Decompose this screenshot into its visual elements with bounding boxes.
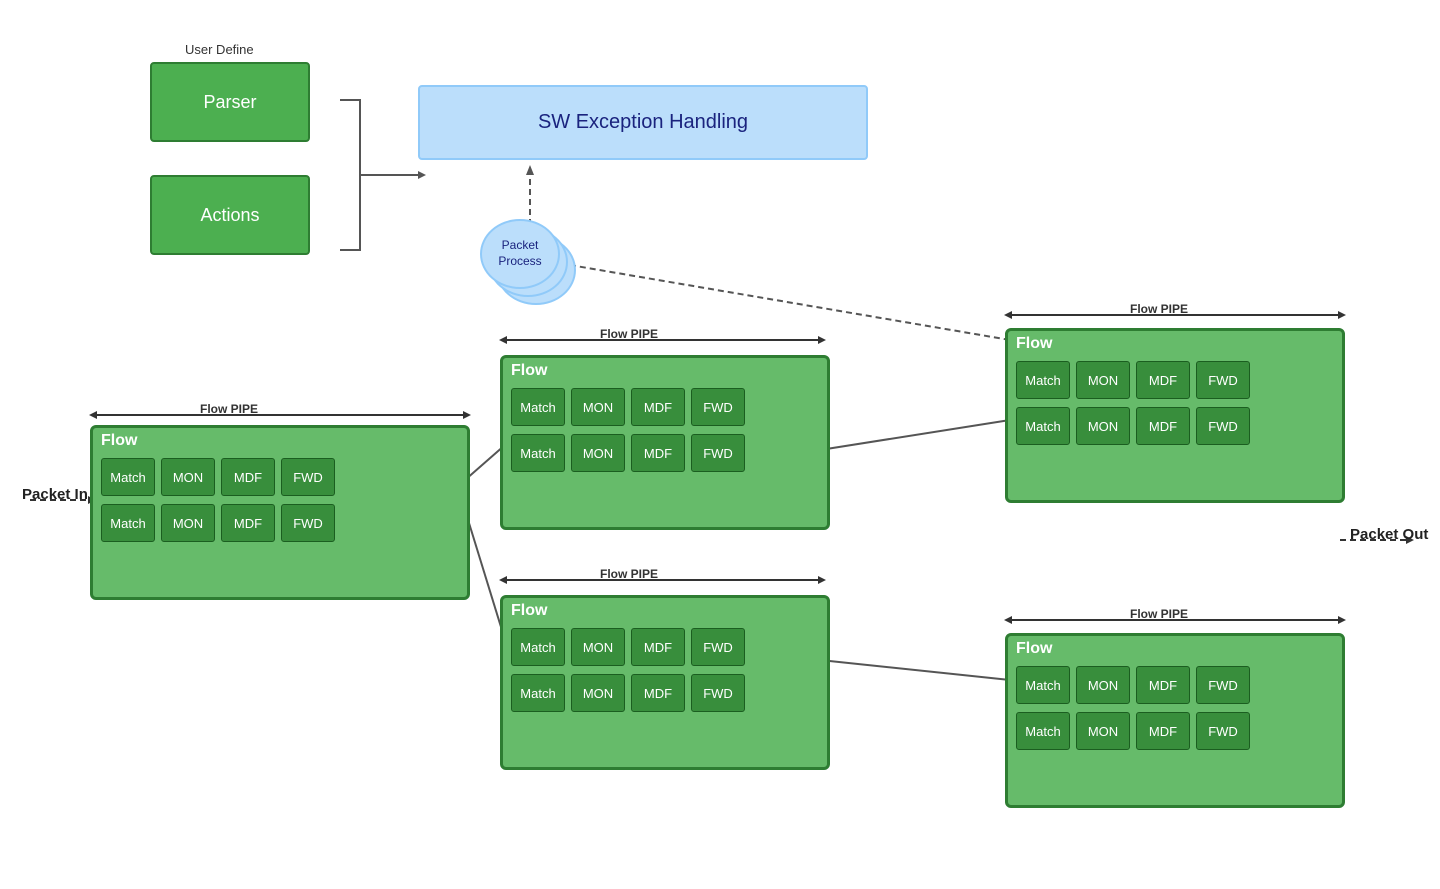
flow-label-bot-right: Flow	[1008, 636, 1342, 662]
cell-mdf-tr1: MDF	[1136, 361, 1190, 399]
flow-container-mid-top: Flow Match MON MDF FWD Match MON MDF FWD	[500, 355, 830, 530]
flow-pipe-label-bot-right: Flow PIPE	[1130, 607, 1188, 621]
cell-mon-l1: MON	[161, 458, 215, 496]
cell-fwd-mt2: FWD	[691, 434, 745, 472]
cell-fwd-mb2: FWD	[691, 674, 745, 712]
cell-mon-mt2: MON	[571, 434, 625, 472]
cell-mdf-mb1: MDF	[631, 628, 685, 666]
cell-mon-tr2: MON	[1076, 407, 1130, 445]
flow-row-tr-1: Match MON MDF FWD	[1008, 357, 1342, 403]
flow-row-mb-2: Match MON MDF FWD	[503, 670, 827, 716]
diagram-container: User Define Parser Actions SW Exception …	[0, 0, 1440, 889]
cell-fwd-mt1: FWD	[691, 388, 745, 426]
cell-match-tr1: Match	[1016, 361, 1070, 399]
flow-row-mb-1: Match MON MDF FWD	[503, 624, 827, 670]
cell-match-l1: Match	[101, 458, 155, 496]
flow-row-left-1: Match MON MDF FWD	[93, 454, 467, 500]
flow-label-mid-bot: Flow	[503, 598, 827, 624]
flow-row-left-2: Match MON MDF FWD	[93, 500, 467, 546]
cell-fwd-tr1: FWD	[1196, 361, 1250, 399]
cell-match-mb1: Match	[511, 628, 565, 666]
cell-mon-mt1: MON	[571, 388, 625, 426]
actions-label: Actions	[200, 205, 259, 226]
flow-label-top-right: Flow	[1008, 331, 1342, 357]
cell-mdf-l1: MDF	[221, 458, 275, 496]
packet-in-label: Packet In	[22, 486, 88, 503]
cell-match-mt2: Match	[511, 434, 565, 472]
user-define-label: User Define	[185, 42, 254, 57]
cell-mon-l2: MON	[161, 504, 215, 542]
cell-mdf-tr2: MDF	[1136, 407, 1190, 445]
sw-exception-label: SW Exception Handling	[538, 111, 748, 134]
flow-pipe-label-left: Flow PIPE	[200, 402, 258, 416]
cell-mdf-br1: MDF	[1136, 666, 1190, 704]
cell-mon-mb1: MON	[571, 628, 625, 666]
sw-exception-box: SW Exception Handling	[418, 85, 868, 160]
pp-circle-1: PacketProcess	[480, 219, 560, 289]
cell-fwd-l1: FWD	[281, 458, 335, 496]
flow-row-br-1: Match MON MDF FWD	[1008, 662, 1342, 708]
cell-match-mb2: Match	[511, 674, 565, 712]
flow-container-left: Flow Match MON MDF FWD Match MON MDF FWD	[90, 425, 470, 600]
cell-mon-mb2: MON	[571, 674, 625, 712]
packet-process-label: PacketProcess	[498, 238, 541, 269]
flow-row-mid-top-1: Match MON MDF FWD	[503, 384, 827, 430]
cell-mon-br1: MON	[1076, 666, 1130, 704]
cell-mdf-mt1: MDF	[631, 388, 685, 426]
parser-box: Parser	[150, 62, 310, 142]
packet-process-group: PacketProcess	[476, 215, 586, 315]
cell-fwd-br1: FWD	[1196, 666, 1250, 704]
cell-fwd-br2: FWD	[1196, 712, 1250, 750]
flow-row-br-2: Match MON MDF FWD	[1008, 708, 1342, 754]
cell-match-br2: Match	[1016, 712, 1070, 750]
cell-fwd-mb1: FWD	[691, 628, 745, 666]
flow-container-mid-bot: Flow Match MON MDF FWD Match MON MDF FWD	[500, 595, 830, 770]
flow-container-bot-right: Flow Match MON MDF FWD Match MON MDF FWD	[1005, 633, 1345, 808]
cell-match-br1: Match	[1016, 666, 1070, 704]
packet-out-label: Packet Out	[1350, 526, 1428, 543]
cell-match-l2: Match	[101, 504, 155, 542]
flow-pipe-label-mid-bot: Flow PIPE	[600, 567, 658, 581]
actions-box: Actions	[150, 175, 310, 255]
flow-pipe-label-mid-top: Flow PIPE	[600, 327, 658, 341]
cell-mdf-br2: MDF	[1136, 712, 1190, 750]
cell-match-mt1: Match	[511, 388, 565, 426]
cell-mdf-mt2: MDF	[631, 434, 685, 472]
cell-mdf-mb2: MDF	[631, 674, 685, 712]
cell-fwd-tr2: FWD	[1196, 407, 1250, 445]
cell-mon-tr1: MON	[1076, 361, 1130, 399]
cell-fwd-l2: FWD	[281, 504, 335, 542]
parser-label: Parser	[203, 92, 256, 113]
flow-label-left: Flow	[93, 428, 467, 454]
cell-match-tr2: Match	[1016, 407, 1070, 445]
cell-mon-br2: MON	[1076, 712, 1130, 750]
cell-mdf-l2: MDF	[221, 504, 275, 542]
flow-label-mid-top: Flow	[503, 358, 827, 384]
flow-pipe-label-top-right: Flow PIPE	[1130, 302, 1188, 316]
flow-row-tr-2: Match MON MDF FWD	[1008, 403, 1342, 449]
flow-row-mid-top-2: Match MON MDF FWD	[503, 430, 827, 476]
flow-container-top-right: Flow Match MON MDF FWD Match MON MDF FWD	[1005, 328, 1345, 503]
